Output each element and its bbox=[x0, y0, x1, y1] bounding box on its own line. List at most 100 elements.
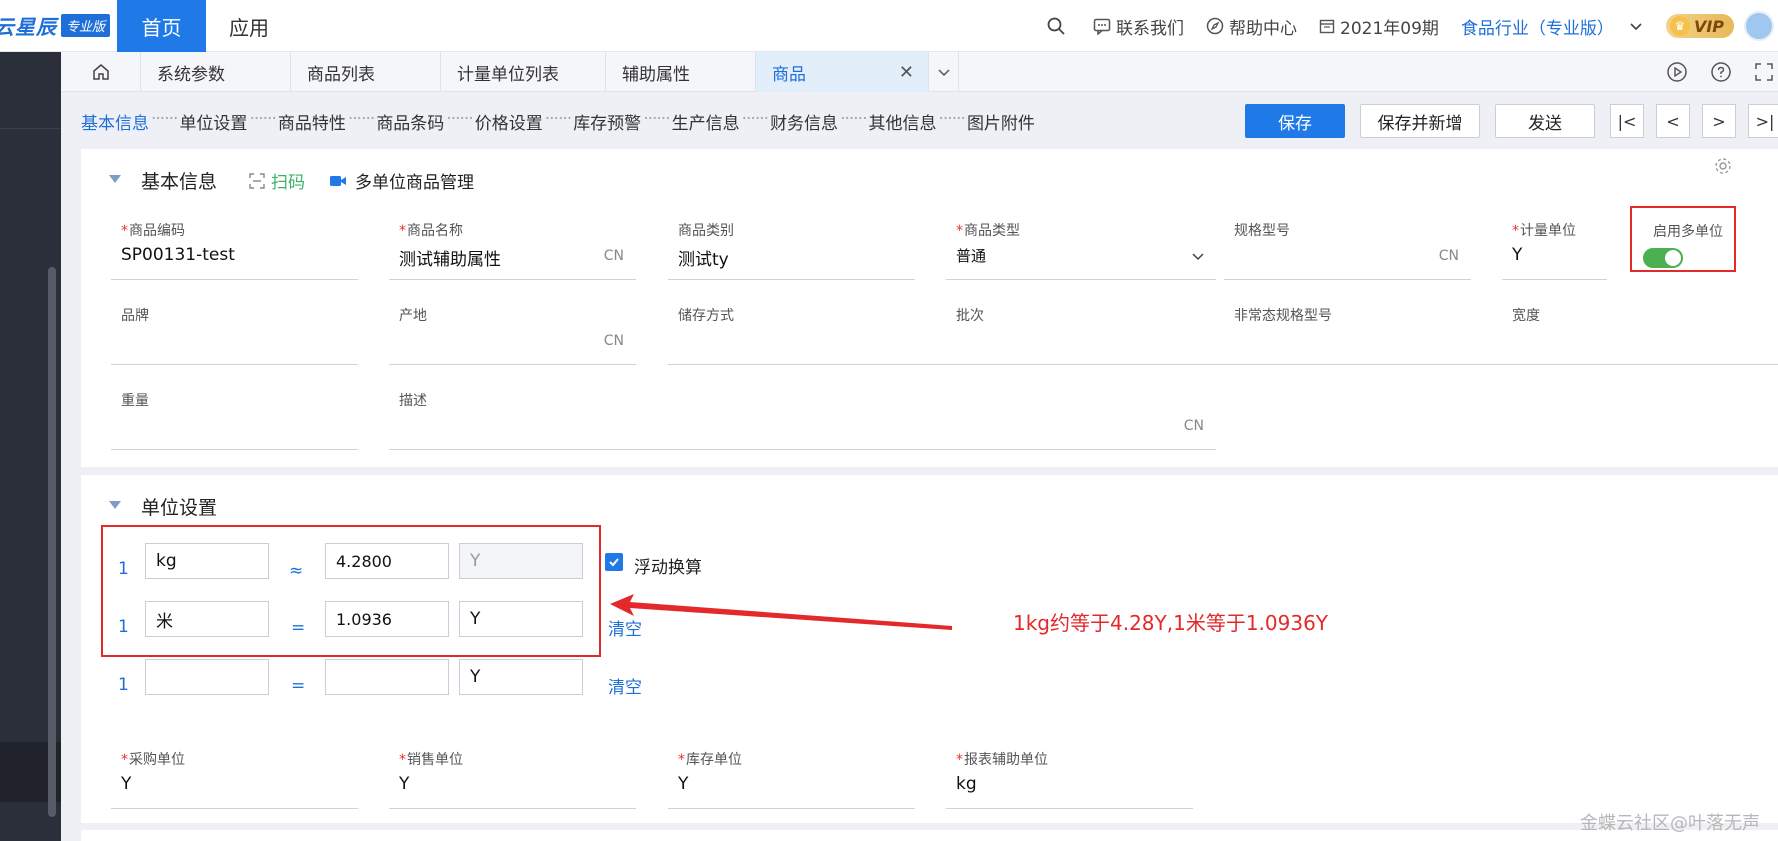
help-center-link[interactable]: 帮助中心 bbox=[1206, 14, 1297, 39]
fullscreen-button[interactable] bbox=[1754, 62, 1774, 82]
language-cn-tag[interactable]: CN bbox=[1184, 418, 1204, 434]
save-button[interactable]: 保存 bbox=[1245, 104, 1345, 138]
unit-row3-unit-input[interactable] bbox=[145, 659, 269, 695]
tab-product[interactable]: 商品 ✕ bbox=[756, 52, 929, 92]
next-panel-edge bbox=[81, 830, 1778, 841]
tab-more-button[interactable] bbox=[929, 52, 959, 92]
report-aux-unit-value: kg bbox=[956, 774, 977, 794]
nav-app[interactable]: 应用 bbox=[206, 0, 292, 52]
nav-separator: ······ bbox=[741, 109, 769, 129]
scan-link[interactable]: 扫码 bbox=[249, 168, 305, 193]
tab-home[interactable] bbox=[61, 52, 141, 92]
tab-aux-attr[interactable]: 辅助属性 bbox=[606, 52, 756, 92]
field-label: *商品名称 bbox=[399, 220, 463, 240]
label-text: 描述 bbox=[399, 393, 427, 409]
prev-record-button[interactable]: < bbox=[1656, 104, 1690, 138]
field-batch-label: 批次 bbox=[956, 308, 984, 324]
required-mark: * bbox=[956, 752, 963, 768]
field-sales-unit[interactable]: *销售单位 Y bbox=[389, 745, 636, 809]
unit-row1-unit-input[interactable]: kg bbox=[145, 543, 269, 579]
first-record-button[interactable]: |< bbox=[1610, 104, 1644, 138]
help-button[interactable] bbox=[1710, 61, 1732, 83]
home-icon bbox=[92, 64, 109, 80]
stock-unit-value: Y bbox=[678, 774, 689, 794]
collapse-icon bbox=[109, 174, 121, 183]
nav-home[interactable]: 首页 bbox=[117, 0, 206, 52]
unit-row1-ratio-input[interactable]: 4.2800 bbox=[325, 543, 449, 579]
language-cn-tag[interactable]: CN bbox=[604, 248, 624, 264]
section-nav-production[interactable]: 生产信息 bbox=[672, 109, 740, 134]
section-nav-units[interactable]: 单位设置 bbox=[179, 109, 247, 134]
search-button[interactable] bbox=[1046, 16, 1071, 36]
unit-row-qty: 1 bbox=[118, 559, 129, 579]
multi-unit-mgmt-link[interactable]: 多单位商品管理 bbox=[329, 168, 474, 193]
collapse-icon bbox=[109, 500, 121, 509]
language-cn-tag[interactable]: CN bbox=[604, 333, 624, 349]
multi-unit-toggle[interactable] bbox=[1643, 248, 1683, 268]
contact-us-link[interactable]: 联系我们 bbox=[1093, 14, 1184, 39]
field-product-category[interactable]: 商品类别 测试ty bbox=[668, 216, 915, 280]
field-product-code[interactable]: *商品编码 SP00131-test bbox=[111, 216, 358, 280]
last-record-button[interactable]: >| bbox=[1748, 104, 1778, 138]
play-button[interactable] bbox=[1666, 61, 1688, 83]
field-label: 描述 bbox=[399, 390, 427, 410]
next-record-button[interactable]: > bbox=[1702, 104, 1736, 138]
save-and-new-button[interactable]: 保存并新增 bbox=[1360, 104, 1480, 138]
field-report-aux-unit[interactable]: *报表辅助单位 kg bbox=[946, 745, 1193, 809]
tab-unit-list[interactable]: 计量单位列表 bbox=[441, 52, 606, 92]
section-nav-other[interactable]: 其他信息 bbox=[869, 109, 937, 134]
product-type-value: 普通 bbox=[956, 247, 987, 265]
industry-selector[interactable]: 食品行业（专业版） bbox=[1461, 14, 1644, 39]
language-cn-tag[interactable]: CN bbox=[1439, 248, 1459, 264]
section-nav-features[interactable]: 商品特性 bbox=[278, 109, 346, 134]
question-icon bbox=[1711, 62, 1731, 82]
settings-button[interactable] bbox=[1714, 157, 1732, 179]
vip-badge[interactable]: ♛ VIP bbox=[1665, 14, 1734, 38]
basic-info-header[interactable]: 基本信息 扫码 多单位商品管理 bbox=[109, 167, 474, 194]
unit-value: Y bbox=[1512, 245, 1523, 265]
tab-product-list[interactable]: 商品列表 bbox=[291, 52, 441, 92]
section-nav-basic[interactable]: 基本信息 bbox=[81, 109, 149, 134]
unit-row2-ratio-input[interactable]: 1.0936 bbox=[325, 601, 449, 637]
toggle-knob bbox=[1665, 250, 1681, 266]
unit-row2-unit-input[interactable]: 米 bbox=[145, 601, 269, 637]
app-logo[interactable]: 云星辰 专业版 bbox=[0, 12, 111, 39]
field-product-type[interactable]: *商品类型 普通 bbox=[946, 216, 1216, 280]
section-nav-barcode[interactable]: 商品条码 bbox=[376, 109, 444, 134]
close-icon[interactable]: ✕ bbox=[899, 62, 914, 83]
field-purchase-unit[interactable]: *采购单位 Y bbox=[111, 745, 358, 809]
top-bar: 云星辰 专业版 首页 应用 联系我们 帮助中心 2021年09期 食品行业（专业… bbox=[0, 0, 1778, 52]
unit-settings-header[interactable]: 单位设置 bbox=[109, 493, 217, 520]
field-weight[interactable]: 重量 bbox=[111, 386, 358, 450]
field-brand[interactable]: 品牌 bbox=[111, 301, 358, 365]
sidebar-scrollbar[interactable] bbox=[48, 267, 56, 817]
label-text: 库存单位 bbox=[686, 752, 742, 768]
field-product-name[interactable]: *商品名称 测试辅助属性 CN bbox=[389, 216, 636, 280]
period-selector[interactable]: 2021年09期 bbox=[1319, 14, 1439, 39]
section-nav-attachments[interactable]: 图片附件 bbox=[967, 109, 1035, 134]
multi-unit-label: 启用多单位 bbox=[1653, 224, 1723, 240]
send-button[interactable]: 发送 bbox=[1495, 104, 1595, 138]
field-description[interactable]: 描述 CN bbox=[389, 386, 1216, 450]
unit-row3-base-input[interactable]: Y bbox=[459, 659, 583, 695]
field-unit[interactable]: *计量单位 Y bbox=[1502, 216, 1607, 280]
video-icon bbox=[330, 175, 347, 186]
unit-row2-base-input[interactable]: Y bbox=[459, 601, 583, 637]
unit-row-qty: 1 bbox=[118, 675, 129, 695]
field-origin[interactable]: 产地 CN bbox=[389, 301, 636, 365]
section-nav-stock-alert[interactable]: 库存预警 bbox=[573, 109, 641, 134]
section-nav-price[interactable]: 价格设置 bbox=[475, 109, 543, 134]
float-conversion-checkbox[interactable] bbox=[605, 553, 623, 571]
field-label: *销售单位 bbox=[399, 749, 463, 769]
required-mark: * bbox=[956, 223, 963, 239]
section-nav-finance[interactable]: 财务信息 bbox=[770, 109, 838, 134]
required-mark: * bbox=[121, 223, 128, 239]
unit-row3-ratio-input[interactable] bbox=[325, 659, 449, 695]
avatar[interactable] bbox=[1744, 11, 1774, 41]
field-stock-unit[interactable]: *库存单位 Y bbox=[668, 745, 915, 809]
play-icon bbox=[1667, 62, 1687, 82]
field-storage-method[interactable]: 储存方式 bbox=[668, 301, 1778, 365]
unit-row3-clear-link[interactable]: 清空 bbox=[608, 673, 642, 698]
tab-system-params[interactable]: 系统参数 bbox=[141, 52, 291, 92]
field-spec-model[interactable]: 规格型号 CN bbox=[1224, 216, 1471, 280]
